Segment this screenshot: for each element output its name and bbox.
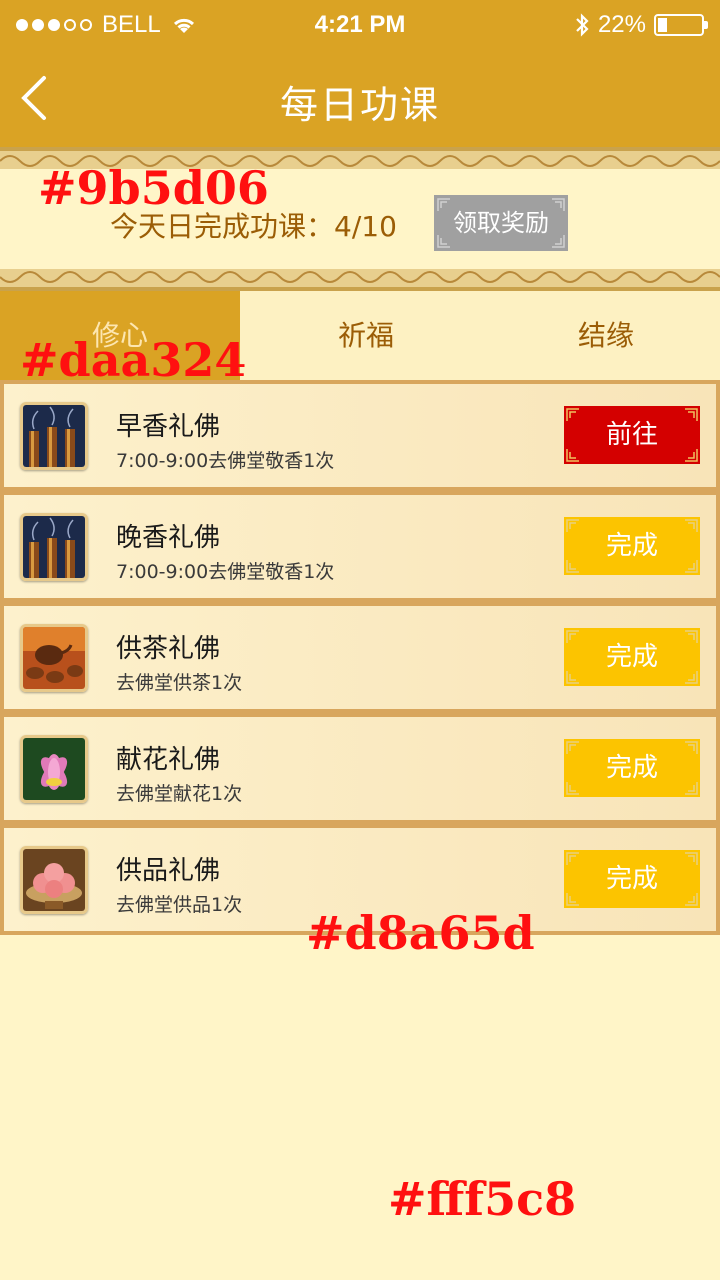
done-button[interactable]: 完成 bbox=[564, 517, 700, 575]
nav-bar: 每日功课 bbox=[0, 52, 720, 147]
corner-ornament-icon bbox=[566, 449, 579, 462]
corner-ornament-icon bbox=[552, 235, 565, 248]
battery-icon bbox=[654, 14, 708, 36]
done-button[interactable]: 完成 bbox=[564, 628, 700, 686]
done-button-label: 完成 bbox=[605, 531, 658, 561]
done-button-label: 完成 bbox=[605, 864, 658, 894]
list-item: 晚香礼佛 7:00-9:00去佛堂敬香1次 完成 bbox=[0, 491, 720, 602]
corner-ornament-icon bbox=[685, 408, 698, 421]
ornament-border-bottom bbox=[0, 269, 720, 291]
list-item: 献花礼佛 去佛堂献花1次 完成 bbox=[0, 713, 720, 824]
color-annotation-brown: #9b5d06 bbox=[38, 161, 269, 215]
corner-ornament-icon bbox=[566, 519, 579, 532]
corner-ornament-icon bbox=[566, 630, 579, 643]
done-button-label: 完成 bbox=[605, 753, 658, 783]
tab-label: 祈福 bbox=[337, 319, 394, 352]
incense-thumbnail bbox=[20, 513, 88, 581]
done-button[interactable]: 完成 bbox=[564, 850, 700, 908]
task-desc: 去佛堂献花1次 bbox=[116, 783, 243, 805]
done-button[interactable]: 完成 bbox=[564, 739, 700, 797]
tea-thumbnail bbox=[20, 624, 88, 692]
corner-ornament-icon bbox=[685, 852, 698, 865]
corner-ornament-icon bbox=[566, 741, 579, 754]
status-right: 22% bbox=[574, 11, 708, 39]
corner-ornament-icon bbox=[437, 198, 450, 211]
corner-ornament-icon bbox=[566, 893, 579, 906]
battery-level bbox=[658, 18, 667, 32]
claim-reward-button[interactable]: 领取奖励 bbox=[434, 195, 568, 251]
tab-label: 结缘 bbox=[577, 319, 634, 352]
corner-ornament-icon bbox=[566, 560, 579, 573]
task-desc: 去佛堂供茶1次 bbox=[116, 672, 243, 694]
task-name: 供品礼佛 bbox=[116, 856, 221, 886]
color-annotation-tan: #d8a65d bbox=[306, 906, 535, 960]
incense-thumbnail bbox=[20, 402, 88, 470]
lotus-thumbnail bbox=[20, 735, 88, 803]
corner-ornament-icon bbox=[685, 893, 698, 906]
tab-qifu[interactable]: 祈福 bbox=[240, 291, 492, 380]
color-annotation-cream: #fff5c8 bbox=[388, 1172, 577, 1226]
done-button-label: 完成 bbox=[605, 642, 658, 672]
claim-reward-label: 领取奖励 bbox=[453, 209, 549, 237]
page-title: 每日功课 bbox=[279, 83, 440, 127]
corner-ornament-icon bbox=[685, 630, 698, 643]
corner-ornament-icon bbox=[566, 671, 579, 684]
corner-ornament-icon bbox=[685, 782, 698, 795]
corner-ornament-icon bbox=[685, 671, 698, 684]
battery-percent: 22% bbox=[597, 11, 646, 38]
bluetooth-icon bbox=[576, 13, 589, 37]
tab-bar: 修心 祈福 结缘 #daa324 bbox=[0, 291, 720, 387]
task-name: 晚香礼佛 bbox=[116, 523, 221, 553]
list-item: 早香礼佛 7:00-9:00去佛堂敬香1次 前往 bbox=[0, 380, 720, 491]
task-desc: 去佛堂供品1次 bbox=[116, 894, 243, 916]
task-name: 供茶礼佛 bbox=[116, 634, 221, 664]
list-item: 供茶礼佛 去佛堂供茶1次 完成 bbox=[0, 602, 720, 713]
task-name: 早香礼佛 bbox=[116, 412, 221, 442]
task-list: 早香礼佛 7:00-9:00去佛堂敬香1次 前往 晚香礼佛 7:00-9:00去… bbox=[0, 380, 720, 935]
go-button[interactable]: 前往 bbox=[564, 406, 700, 464]
task-desc: 7:00-9:00去佛堂敬香1次 bbox=[116, 450, 335, 472]
corner-ornament-icon bbox=[437, 235, 450, 248]
corner-ornament-icon bbox=[566, 782, 579, 795]
tab-jieyuan[interactable]: 结缘 bbox=[492, 291, 720, 380]
corner-ornament-icon bbox=[685, 741, 698, 754]
task-name: 献花礼佛 bbox=[116, 745, 221, 775]
corner-ornament-icon bbox=[685, 449, 698, 462]
color-annotation-gold: #daa324 bbox=[20, 333, 247, 387]
corner-ornament-icon bbox=[552, 198, 565, 211]
peach-thumbnail bbox=[20, 846, 88, 914]
corner-ornament-icon bbox=[685, 560, 698, 573]
go-button-label: 前往 bbox=[605, 420, 658, 450]
status-bar: BELL 4:21 PM 22% bbox=[0, 0, 720, 52]
summary-banner: #9b5d06 今天日完成功课：4/10 领取奖励 bbox=[0, 147, 720, 291]
task-desc: 7:00-9:00去佛堂敬香1次 bbox=[116, 561, 335, 583]
corner-ornament-icon bbox=[566, 408, 579, 421]
corner-ornament-icon bbox=[566, 852, 579, 865]
corner-ornament-icon bbox=[685, 519, 698, 532]
